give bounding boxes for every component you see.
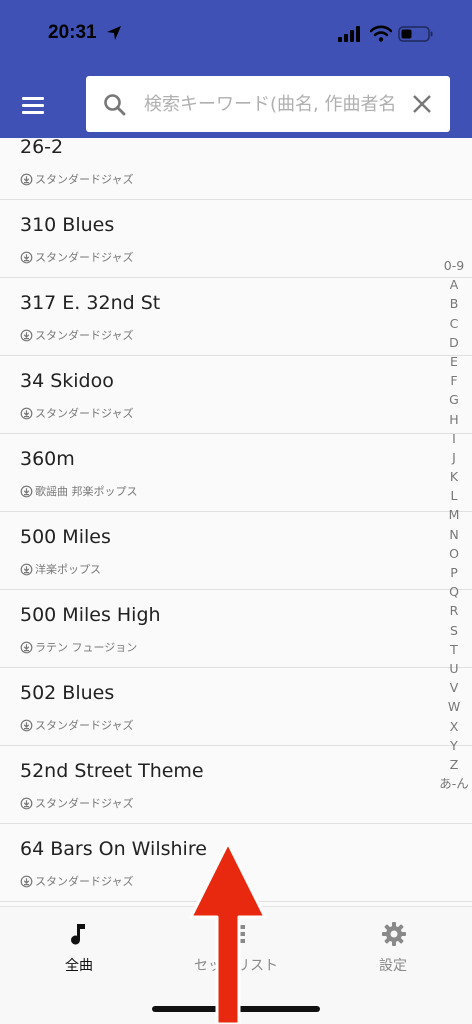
search-bar	[86, 76, 450, 132]
song-title: 64 Bars On Wilshire	[20, 838, 207, 860]
gear-icon	[381, 921, 407, 951]
index-item[interactable]: E	[432, 352, 472, 371]
list-item[interactable]: 502 Blues スタンダードジャズ	[0, 668, 472, 746]
app-bar: 20:31	[0, 0, 472, 138]
index-item[interactable]: N	[432, 525, 472, 544]
song-title: 500 Miles High	[20, 604, 161, 626]
index-item[interactable]: V	[432, 678, 472, 697]
song-title: 500 Miles	[20, 526, 111, 548]
list-icon	[224, 921, 248, 951]
index-item[interactable]: C	[432, 314, 472, 333]
download-icon	[20, 329, 33, 341]
song-title: 317 E. 32nd St	[20, 292, 161, 314]
index-item[interactable]: 0-9	[432, 256, 472, 275]
index-item[interactable]: R	[432, 601, 472, 620]
status-time: 20:31	[48, 22, 97, 43]
list-item[interactable]: 310 Blues スタンダードジャズ	[0, 200, 472, 278]
song-genre: スタンダードジャズ	[20, 171, 133, 187]
download-icon	[20, 875, 33, 887]
list-item[interactable]: 52nd Street Theme スタンダードジャズ	[0, 746, 472, 824]
battery-icon	[398, 26, 434, 46]
index-item[interactable]: L	[432, 486, 472, 505]
index-item[interactable]: S	[432, 621, 472, 640]
index-item[interactable]: D	[432, 333, 472, 352]
list-item[interactable]: 64 Bars On Wilshire スタンダードジャズ	[0, 824, 472, 902]
song-title: 34 Skidoo	[20, 370, 114, 392]
index-item[interactable]: T	[432, 640, 472, 659]
song-genre: スタンダードジャズ	[20, 405, 133, 421]
music-note-icon	[67, 921, 91, 951]
song-genre: スタンダードジャズ	[20, 873, 133, 889]
tab-setlist[interactable]: セットリスト	[176, 921, 296, 981]
download-icon	[20, 563, 33, 575]
list-item[interactable]: 26-2 スタンダードジャズ	[0, 138, 472, 200]
list-item[interactable]: 34 Skidoo スタンダードジャズ	[0, 356, 472, 434]
location-arrow-icon	[106, 25, 122, 45]
index-item[interactable]: U	[432, 659, 472, 678]
status-bar: 20:31	[0, 0, 472, 70]
song-genre: ラテン フュージョン	[20, 639, 137, 655]
index-item[interactable]: W	[432, 697, 472, 716]
download-icon	[20, 251, 33, 263]
tab-label: 設定	[379, 958, 407, 974]
download-icon	[20, 485, 33, 497]
song-genre: スタンダードジャズ	[20, 249, 133, 265]
cellular-signal-icon	[338, 26, 362, 46]
song-genre: スタンダードジャズ	[20, 795, 133, 811]
song-title: 360m	[20, 448, 75, 470]
close-icon[interactable]	[412, 94, 432, 118]
index-item[interactable]: あ-ん	[432, 774, 472, 793]
song-genre: スタンダードジャズ	[20, 717, 133, 733]
index-item[interactable]: K	[432, 467, 472, 486]
index-item[interactable]: Y	[432, 736, 472, 755]
index-item[interactable]: F	[432, 371, 472, 390]
alphabet-index: 0-9 A B C D E F G H I J K L M N O P Q R …	[432, 256, 472, 793]
song-genre: スタンダードジャズ	[20, 327, 133, 343]
song-genre: 洋楽ポップス	[20, 561, 101, 577]
index-item[interactable]: H	[432, 410, 472, 429]
list-item[interactable]: 360m 歌謡曲 邦楽ポップス	[0, 434, 472, 512]
song-list: 26-2 スタンダードジャズ 310 Blues スタンダードジャズ 317 E…	[0, 138, 472, 906]
wifi-icon	[369, 25, 393, 46]
list-item[interactable]: 317 E. 32nd St スタンダードジャズ	[0, 278, 472, 356]
download-icon	[20, 719, 33, 731]
song-genre: 歌謡曲 邦楽ポップス	[20, 483, 138, 499]
download-icon	[20, 797, 33, 809]
song-title: 26-2	[20, 138, 64, 158]
index-item[interactable]: P	[432, 563, 472, 582]
search-input[interactable]	[144, 88, 398, 120]
list-item[interactable]: 500 Miles High ラテン フュージョン	[0, 590, 472, 668]
index-item[interactable]: B	[432, 294, 472, 313]
index-item[interactable]: G	[432, 390, 472, 409]
index-item[interactable]: Z	[432, 755, 472, 774]
search-icon	[102, 92, 128, 122]
hamburger-menu-icon[interactable]	[16, 90, 52, 120]
song-title: 310 Blues	[20, 214, 115, 236]
index-item[interactable]: M	[432, 505, 472, 524]
home-indicator	[152, 1006, 320, 1012]
index-item[interactable]: O	[432, 544, 472, 563]
tab-settings[interactable]: 設定	[333, 921, 453, 981]
tab-label: セットリスト	[194, 958, 278, 974]
tab-label: 全曲	[65, 958, 93, 974]
index-item[interactable]: I	[432, 429, 472, 448]
tab-all-songs[interactable]: 全曲	[19, 921, 139, 981]
index-item[interactable]: X	[432, 717, 472, 736]
song-title: 52nd Street Theme	[20, 760, 204, 782]
download-icon	[20, 407, 33, 419]
index-item[interactable]: Q	[432, 582, 472, 601]
list-item[interactable]: 500 Miles 洋楽ポップス	[0, 512, 472, 590]
index-item[interactable]: A	[432, 275, 472, 294]
download-icon	[20, 641, 33, 653]
song-title: 502 Blues	[20, 682, 115, 704]
download-icon	[20, 173, 33, 185]
index-item[interactable]: J	[432, 448, 472, 467]
